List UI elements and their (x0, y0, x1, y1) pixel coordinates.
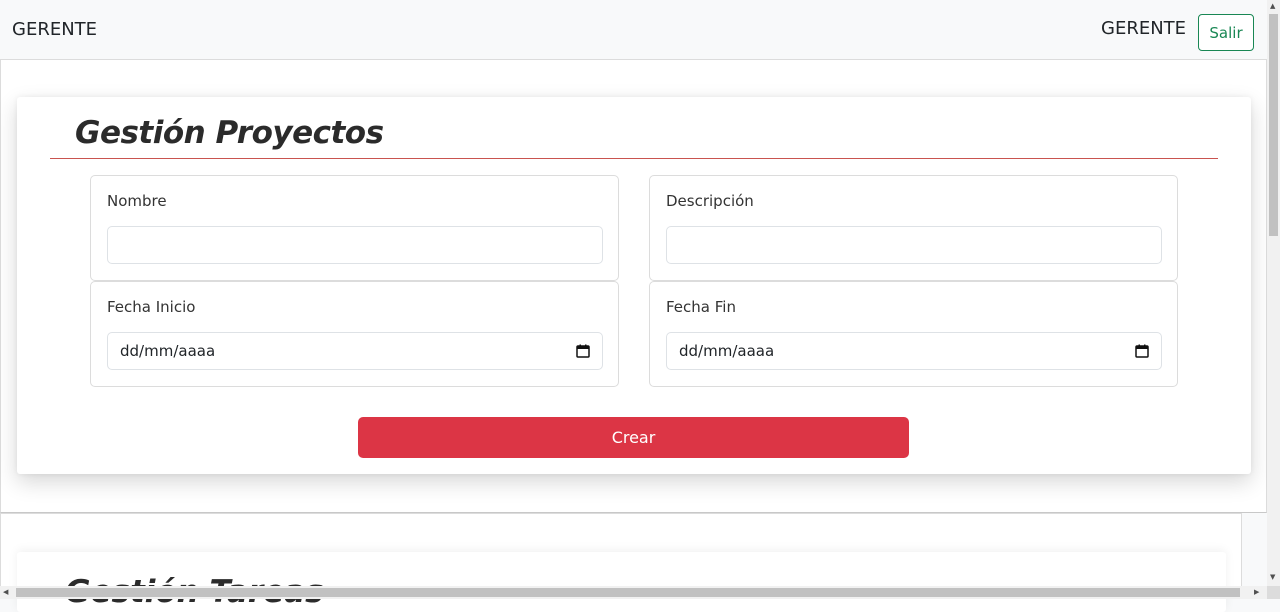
start-date-input[interactable]: dd/mm/aaaa (107, 332, 603, 370)
start-date-field-group: Fecha Inicio dd/mm/aaaa (90, 281, 619, 387)
end-date-placeholder: dd/mm/aaaa (679, 342, 775, 360)
name-input[interactable] (107, 226, 603, 264)
create-project-button[interactable]: Crear (358, 417, 909, 458)
brand: GERENTE (12, 19, 98, 40)
title-divider (50, 158, 1218, 159)
top-navbar: GERENTE GERENTE Salir (0, 0, 1267, 60)
page-title: Gestión Proyectos (75, 115, 384, 151)
horizontal-scroll-thumb[interactable] (16, 588, 1240, 597)
horizontal-scrollbar[interactable]: ◀ ▶ (0, 586, 1267, 599)
description-input[interactable] (666, 226, 1162, 264)
scroll-right-arrow-icon[interactable]: ▶ (1254, 589, 1259, 596)
scroll-down-arrow-icon[interactable]: ▼ (1270, 574, 1275, 581)
name-field-group: Nombre (90, 175, 619, 281)
projects-section: Gestión Proyectos Nombre Descripción Fec… (0, 59, 1267, 513)
vertical-scroll-thumb[interactable] (1269, 14, 1278, 236)
user-role: GERENTE (1101, 18, 1187, 39)
scroll-left-arrow-icon[interactable]: ◀ (3, 589, 8, 596)
description-field-group: Descripción (649, 175, 1178, 281)
projects-card: Gestión Proyectos Nombre Descripción Fec… (17, 97, 1251, 474)
end-date-input[interactable]: dd/mm/aaaa (666, 332, 1162, 370)
end-date-field-group: Fecha Fin dd/mm/aaaa (649, 281, 1178, 387)
end-date-label: Fecha Fin (666, 298, 736, 316)
scroll-up-arrow-icon[interactable]: ▲ (1270, 3, 1275, 10)
description-label: Descripción (666, 192, 754, 210)
start-date-placeholder: dd/mm/aaaa (120, 342, 216, 360)
calendar-icon[interactable] (576, 344, 590, 358)
tasks-card: Gestión Tareas (17, 552, 1226, 612)
scrollbar-corner (1267, 586, 1280, 599)
logout-button[interactable]: Salir (1198, 14, 1254, 51)
vertical-scrollbar[interactable]: ▲ ▼ (1267, 0, 1280, 586)
start-date-label: Fecha Inicio (107, 298, 196, 316)
name-label: Nombre (107, 192, 167, 210)
calendar-icon[interactable] (1135, 344, 1149, 358)
